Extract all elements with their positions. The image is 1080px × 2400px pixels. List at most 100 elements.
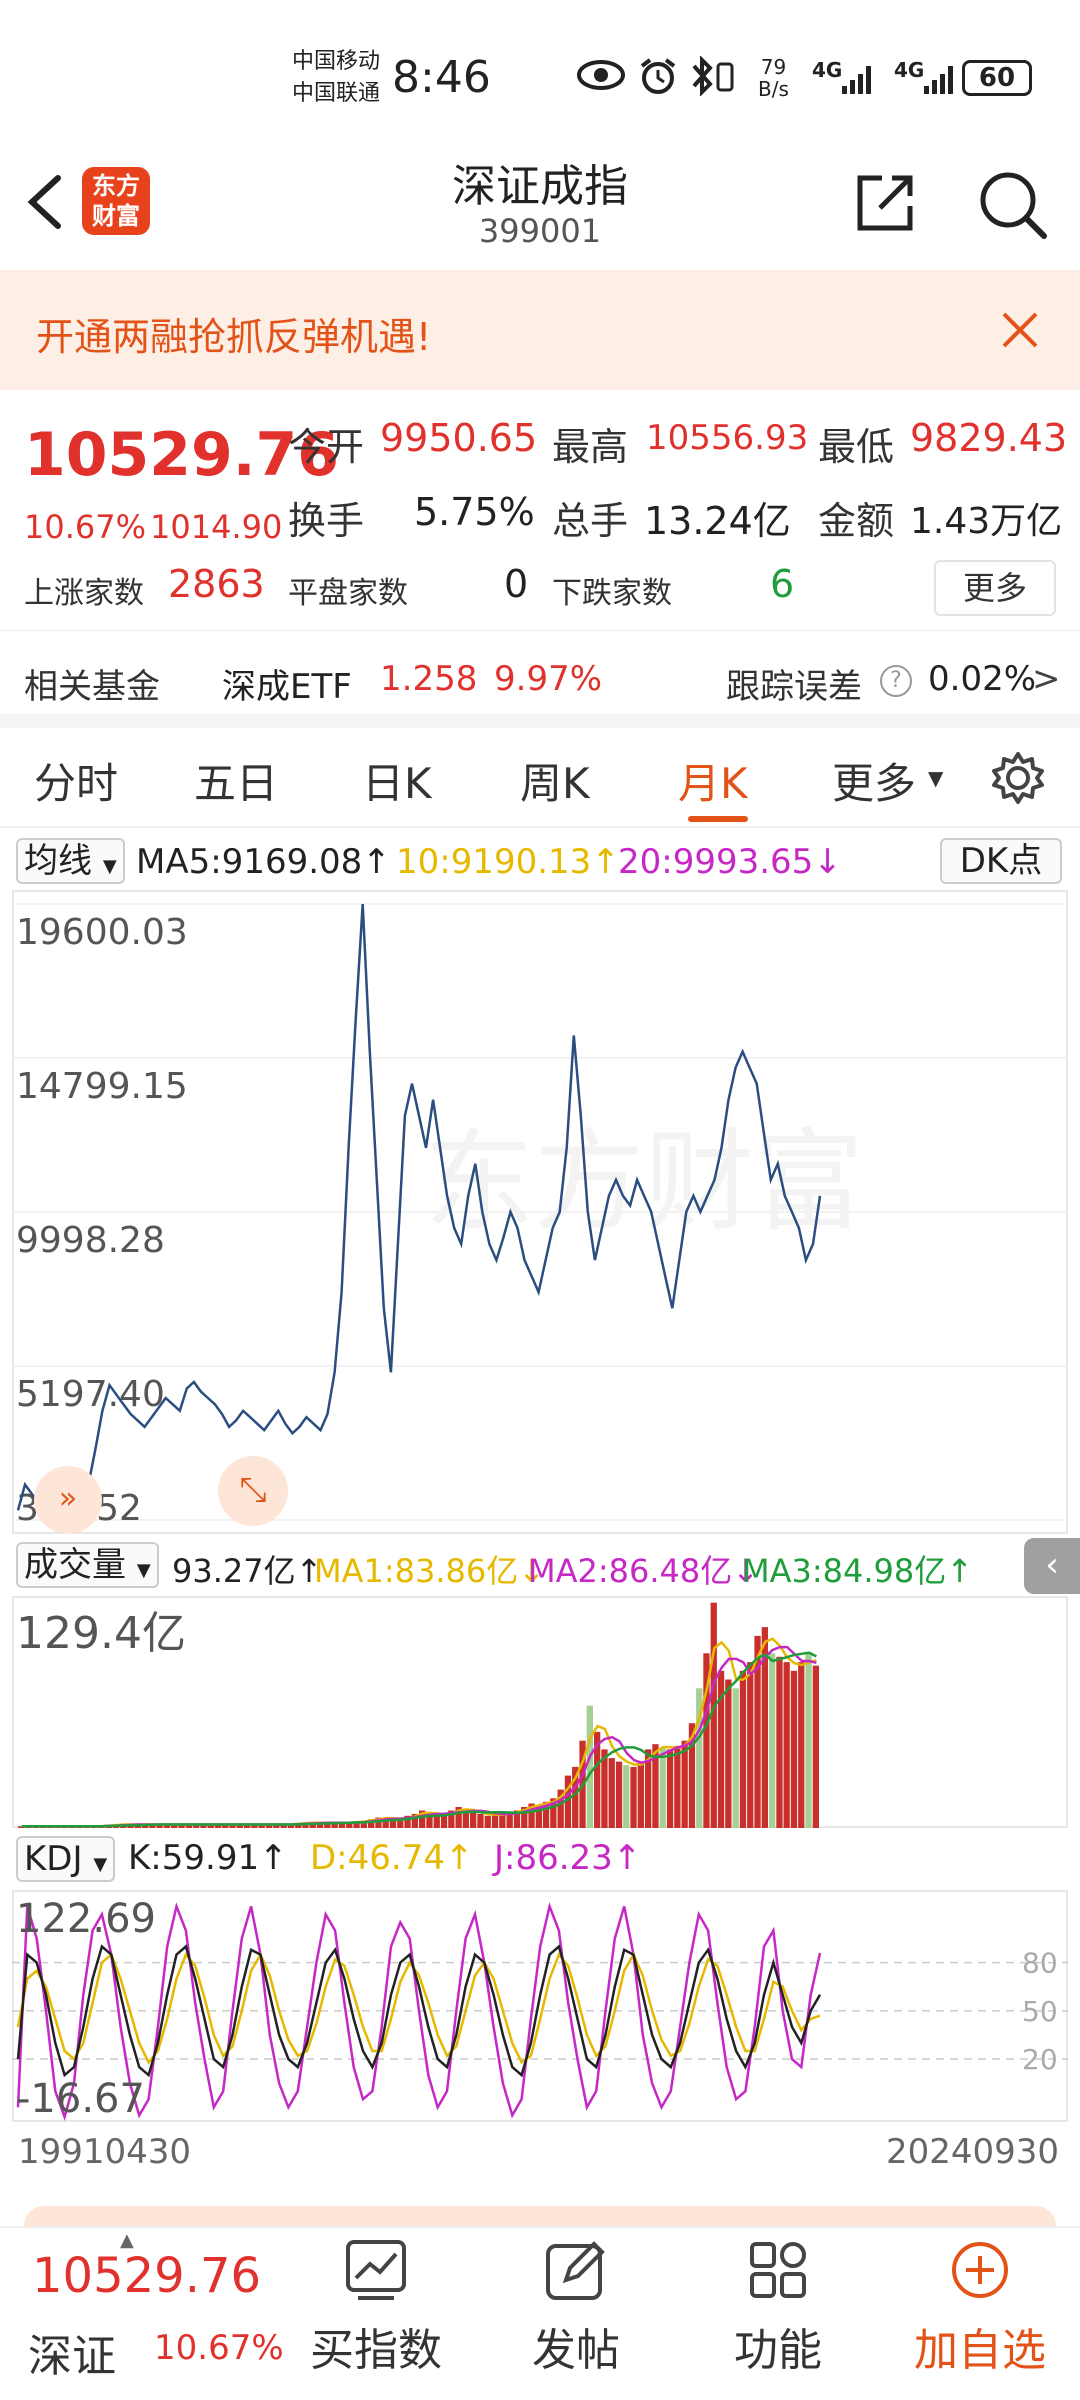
ma-select[interactable]: 均线 ▼ bbox=[16, 838, 125, 884]
tab-monthly-k[interactable]: 月K bbox=[678, 750, 748, 811]
caret-down-icon: ▼ bbox=[136, 1560, 151, 1581]
post-button[interactable]: 发帖 bbox=[486, 2228, 666, 2378]
share-icon[interactable] bbox=[852, 170, 918, 236]
arrow-up-icon: ↑ bbox=[259, 1838, 288, 1878]
kdj-indicator-bar: KDJ ▼ K:59.91↑ D:46.74↑ J:86.23↑ bbox=[0, 1832, 1080, 1888]
promo-banner[interactable]: 开通两融抢抓反弹机遇! bbox=[0, 270, 1080, 390]
volume-bar bbox=[615, 1761, 623, 1828]
price-chart[interactable]: 东方财富 19600.0314799.159998.285197.40396.5… bbox=[12, 890, 1068, 1534]
fund-label: 相关基金 bbox=[24, 667, 160, 707]
post-label: 发帖 bbox=[532, 2325, 620, 2376]
volume-bar bbox=[484, 1815, 491, 1828]
carrier-1: 中国移动 bbox=[292, 49, 381, 74]
net-speed-unit: B/s bbox=[758, 77, 789, 101]
tab-more[interactable]: 更多 bbox=[832, 750, 916, 811]
volume-bar bbox=[491, 1814, 499, 1828]
buy-index-button[interactable]: 买指数 bbox=[286, 2228, 466, 2378]
expand-icon[interactable]: ⤡ bbox=[218, 1456, 288, 1526]
fund-name: 深成ETF bbox=[222, 667, 352, 707]
chevron-right-icon: > bbox=[1032, 659, 1061, 699]
vol-ma1: MA1:83.86亿↓ bbox=[314, 1546, 545, 1592]
price-tick-label: 14799.15 bbox=[16, 1066, 188, 1107]
tab-weekly-k[interactable]: 周K bbox=[520, 750, 590, 811]
kdj-chart[interactable]: 80 50 20 122.69 -16.67 bbox=[12, 1890, 1068, 2122]
volume-select[interactable]: 成交量 ▼ bbox=[16, 1542, 159, 1588]
kdj-d-text: D:46.74 bbox=[310, 1838, 445, 1878]
kdj-select-label: KDJ bbox=[24, 1839, 83, 1879]
amount-label: 金额 bbox=[818, 499, 895, 543]
tab-intraday[interactable]: 分时 bbox=[34, 750, 118, 811]
date-end: 20240930 bbox=[886, 2132, 1060, 2172]
tab-daily-k[interactable]: 日K bbox=[362, 750, 432, 811]
volume-bar bbox=[586, 1705, 593, 1828]
volume-bar bbox=[776, 1656, 783, 1828]
volume-bar bbox=[812, 1665, 819, 1828]
kdj-j: J:86.23↑ bbox=[494, 1838, 641, 1878]
ma5-value: MA5:9169.08↑ bbox=[136, 842, 391, 882]
search-icon[interactable] bbox=[976, 168, 1050, 242]
up-count-label: 上涨家数 bbox=[24, 576, 144, 611]
carrier-2: 中国联通 bbox=[292, 81, 381, 106]
chart-line-icon bbox=[346, 2240, 406, 2300]
kdj-k-text: K:59.91 bbox=[128, 1838, 260, 1878]
battery-icon: 60 bbox=[962, 60, 1032, 96]
related-fund-row[interactable]: 相关基金 深成ETF 1.258 9.97% 跟踪误差 ? 0.02% > bbox=[0, 630, 1080, 728]
volume-bar bbox=[659, 1747, 666, 1828]
functions-button[interactable]: 功能 bbox=[688, 2228, 868, 2378]
arrow-up-icon: ↑ bbox=[591, 842, 620, 882]
vol-ma3: MA3:84.98亿↑ bbox=[742, 1546, 973, 1592]
volume-bar bbox=[725, 1679, 732, 1828]
volume-bar bbox=[732, 1688, 739, 1828]
volume-chart[interactable]: 129.4亿 bbox=[12, 1596, 1068, 1828]
change-abs: 1014.90 bbox=[150, 508, 283, 546]
ma10-text: 10:9190.13 bbox=[396, 842, 592, 882]
collapse-panel-icon[interactable]: ‹ bbox=[1024, 1538, 1080, 1594]
volume-value: 13.24亿 bbox=[644, 499, 791, 543]
kdj-bottom-label: -16.67 bbox=[16, 2076, 145, 2122]
kdj-reference-label: 50 bbox=[1022, 1995, 1058, 2028]
nav-bar: 东方 财富 深证成指 399001 bbox=[0, 150, 1080, 270]
price-axis-labels: 19600.0314799.159998.285197.40396.52 bbox=[16, 912, 188, 1529]
volume-bar bbox=[681, 1740, 688, 1828]
close-icon[interactable] bbox=[1000, 310, 1040, 350]
volume-bar bbox=[747, 1662, 754, 1828]
volume-text: 93.27亿 bbox=[172, 1552, 296, 1590]
clock: 8:46 bbox=[392, 52, 491, 103]
caret-down-icon: ▼ bbox=[928, 766, 944, 790]
double-chevron-icon[interactable]: » bbox=[34, 1466, 102, 1534]
kdj-top-label: 122.69 bbox=[16, 1896, 156, 1942]
add-watchlist-label: 加自选 bbox=[914, 2325, 1046, 2376]
volume-select-label: 成交量 bbox=[24, 1545, 126, 1585]
arrow-up-icon: ↑ bbox=[612, 1838, 642, 1878]
kdj-reference-lines: 80 50 20 bbox=[12, 1947, 1068, 2076]
kdj-d: D:46.74↑ bbox=[310, 1838, 473, 1878]
help-icon[interactable]: ? bbox=[880, 665, 912, 697]
dk-point-button[interactable]: DK点 bbox=[940, 838, 1062, 884]
high-label: 最高 bbox=[552, 425, 629, 469]
bottom-price: 10529.76 bbox=[32, 2248, 262, 2304]
volume-bar bbox=[630, 1766, 637, 1828]
active-tab-indicator bbox=[688, 816, 748, 822]
vol-ma1-text: MA1:83.86亿 bbox=[314, 1552, 519, 1590]
ma20-value: 20:9993.65↓ bbox=[618, 842, 842, 882]
price-tick-label: 9998.28 bbox=[16, 1220, 165, 1261]
more-button[interactable]: 更多 bbox=[934, 560, 1056, 616]
kdj-reference-label: 20 bbox=[1022, 2043, 1058, 2076]
notice-strip bbox=[24, 2206, 1056, 2226]
volume-bar bbox=[623, 1765, 630, 1828]
volume-bar bbox=[433, 1815, 440, 1828]
turnover-value: 5.75% bbox=[414, 490, 535, 534]
vol-ma3-text: MA3:84.98亿 bbox=[742, 1552, 947, 1590]
volume-bar bbox=[790, 1670, 798, 1828]
ma-select-label: 均线 bbox=[24, 841, 92, 881]
gear-icon[interactable] bbox=[990, 750, 1046, 806]
kdj-select[interactable]: KDJ ▼ bbox=[16, 1836, 116, 1882]
add-watchlist-button[interactable]: 加自选 bbox=[890, 2228, 1070, 2378]
status-bar: 中国移动 中国联通 8:46 79 B/s 4G 4G 60 bbox=[0, 0, 1080, 150]
down-count-label: 下跌家数 bbox=[552, 576, 672, 611]
net-speed-value: 79 bbox=[760, 55, 787, 79]
buy-index-label: 买指数 bbox=[310, 2325, 442, 2376]
caret-down-icon: ▼ bbox=[102, 856, 117, 877]
tab-five-day[interactable]: 五日 bbox=[194, 750, 278, 811]
volume-bar bbox=[769, 1653, 776, 1828]
